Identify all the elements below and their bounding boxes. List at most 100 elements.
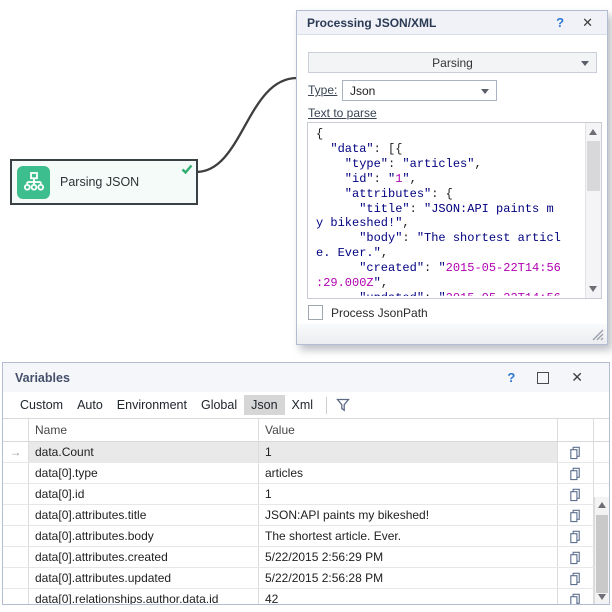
code-line: "type": "articles", bbox=[316, 157, 583, 172]
code-line: :29.000Z", bbox=[316, 276, 583, 291]
cell-name[interactable]: data.Count bbox=[28, 442, 258, 462]
copy-icon bbox=[568, 487, 583, 502]
cell-name[interactable]: data[0].attributes.updated bbox=[28, 568, 258, 588]
panel-footer bbox=[297, 324, 607, 344]
workflow-node-parsing-json[interactable]: Parsing JSON bbox=[10, 159, 198, 205]
hierarchy-icon bbox=[17, 166, 50, 199]
process-jsonpath-checkbox[interactable] bbox=[308, 305, 323, 320]
scroll-thumb[interactable] bbox=[596, 515, 608, 593]
table-header: Name Value bbox=[3, 419, 609, 442]
resize-grip-icon[interactable] bbox=[591, 328, 604, 341]
tab-json[interactable]: Json bbox=[244, 395, 284, 415]
cell-value[interactable]: JSON:API paints my bikeshed! bbox=[258, 505, 557, 525]
code-line: "updated": "2015-05-22T14:56 bbox=[316, 291, 583, 296]
table-row[interactable]: data[0].type articles bbox=[3, 463, 609, 484]
code-line: { bbox=[316, 127, 583, 142]
scroll-up-icon[interactable] bbox=[598, 502, 606, 508]
close-icon[interactable]: ✕ bbox=[571, 369, 583, 386]
header-copy-cell bbox=[557, 419, 593, 441]
header-value[interactable]: Value bbox=[258, 419, 557, 441]
properties-panel: Processing JSON/XML ? ✕ Parsing Type: Js… bbox=[296, 10, 608, 345]
variables-tab-strip: CustomAutoEnvironmentGlobalJsonXml bbox=[3, 392, 609, 418]
cell-name[interactable]: data[0].relationships.author.data.id bbox=[28, 589, 258, 605]
copy-button[interactable] bbox=[557, 547, 593, 567]
table-row[interactable]: data[0].attributes.updated 5/22/2015 2:5… bbox=[3, 568, 609, 589]
code-line: "data": [{ bbox=[316, 142, 583, 157]
table-row[interactable]: data[0].attributes.body The shortest art… bbox=[3, 526, 609, 547]
scroll-up-icon[interactable] bbox=[589, 129, 597, 135]
tab-custom[interactable]: Custom bbox=[13, 395, 70, 415]
text-to-parse-label[interactable]: Text to parse bbox=[308, 106, 377, 120]
filter-icon[interactable] bbox=[335, 397, 351, 413]
tab-separator bbox=[326, 397, 327, 414]
cell-name[interactable]: data[0].id bbox=[28, 484, 258, 504]
scroll-down-icon[interactable] bbox=[598, 594, 606, 600]
row-scroll-cell bbox=[593, 463, 607, 483]
properties-title: Processing JSON/XML bbox=[307, 16, 556, 30]
header-scroll-cell bbox=[593, 419, 607, 441]
chevron-down-icon bbox=[581, 61, 589, 66]
row-indicator bbox=[3, 547, 28, 567]
table-row[interactable]: data[0].relationships.author.data.id 42 bbox=[3, 589, 609, 605]
row-indicator bbox=[3, 484, 28, 504]
cell-name[interactable]: data[0].attributes.body bbox=[28, 526, 258, 546]
copy-icon bbox=[568, 571, 583, 586]
tab-global[interactable]: Global bbox=[194, 395, 244, 415]
cell-name[interactable]: data[0].type bbox=[28, 463, 258, 483]
process-jsonpath-label: Process JsonPath bbox=[331, 306, 428, 320]
copy-button[interactable] bbox=[557, 505, 593, 525]
copy-icon bbox=[568, 445, 583, 460]
header-name[interactable]: Name bbox=[28, 419, 258, 441]
table-row[interactable]: data[0].attributes.title JSON:API paints… bbox=[3, 505, 609, 526]
tab-xml[interactable]: Xml bbox=[285, 395, 321, 415]
table-row[interactable]: data[0].attributes.created 5/22/2015 2:5… bbox=[3, 547, 609, 568]
table-row[interactable]: → data.Count 1 bbox=[3, 442, 609, 463]
copy-button[interactable] bbox=[557, 568, 593, 588]
copy-button[interactable] bbox=[557, 526, 593, 546]
cell-value[interactable]: The shortest article. Ever. bbox=[258, 526, 557, 546]
header-indicator-cell bbox=[3, 419, 28, 441]
section-dropdown[interactable]: Parsing bbox=[308, 52, 597, 73]
copy-button[interactable] bbox=[557, 463, 593, 483]
help-icon[interactable]: ? bbox=[507, 370, 515, 385]
close-icon[interactable]: ✕ bbox=[582, 15, 593, 31]
copy-icon bbox=[568, 466, 583, 481]
cell-value[interactable]: 5/22/2015 2:56:28 PM bbox=[258, 568, 557, 588]
success-check-icon bbox=[181, 162, 193, 180]
type-combobox[interactable]: Json bbox=[342, 80, 497, 101]
code-line: "title": "JSON:API paints m bbox=[316, 202, 583, 217]
code-line: y bikeshed!", bbox=[316, 216, 583, 231]
cell-value[interactable]: 5/22/2015 2:56:29 PM bbox=[258, 547, 557, 567]
copy-button[interactable] bbox=[557, 589, 593, 605]
copy-icon bbox=[568, 592, 583, 606]
cell-name[interactable]: data[0].attributes.created bbox=[28, 547, 258, 567]
copy-button[interactable] bbox=[557, 442, 593, 462]
table-scrollbar[interactable] bbox=[594, 497, 609, 605]
row-indicator bbox=[3, 526, 28, 546]
copy-icon bbox=[568, 508, 583, 523]
chevron-down-icon bbox=[481, 89, 489, 94]
table-row[interactable]: data[0].id 1 bbox=[3, 484, 609, 505]
copy-button[interactable] bbox=[557, 484, 593, 504]
tab-environment[interactable]: Environment bbox=[110, 395, 194, 415]
maximize-icon[interactable] bbox=[537, 372, 549, 384]
cell-value[interactable]: 1 bbox=[258, 484, 557, 504]
code-line: "created": "2015-05-22T14:56 bbox=[316, 261, 583, 276]
tab-auto[interactable]: Auto bbox=[70, 395, 110, 415]
cell-value[interactable]: 42 bbox=[258, 589, 557, 605]
text-to-parse-editor[interactable]: { "data": [{ "type": "articles", "id": "… bbox=[307, 122, 602, 299]
cell-name[interactable]: data[0].attributes.title bbox=[28, 505, 258, 525]
cell-value[interactable]: articles bbox=[258, 463, 557, 483]
table-body: → data.Count 1 data[0].type articles bbox=[3, 442, 609, 605]
scroll-thumb[interactable] bbox=[587, 141, 600, 191]
help-icon[interactable]: ? bbox=[556, 15, 564, 30]
row-indicator bbox=[3, 505, 28, 525]
type-label[interactable]: Type: bbox=[308, 83, 337, 97]
type-combobox-value: Json bbox=[350, 84, 375, 98]
scroll-down-icon[interactable] bbox=[589, 286, 597, 292]
row-indicator bbox=[3, 463, 28, 483]
row-scroll-cell bbox=[593, 442, 607, 462]
json-source-text: { "data": [{ "type": "articles", "id": "… bbox=[316, 127, 583, 296]
cell-value[interactable]: 1 bbox=[258, 442, 557, 462]
editor-scrollbar[interactable] bbox=[585, 123, 601, 298]
